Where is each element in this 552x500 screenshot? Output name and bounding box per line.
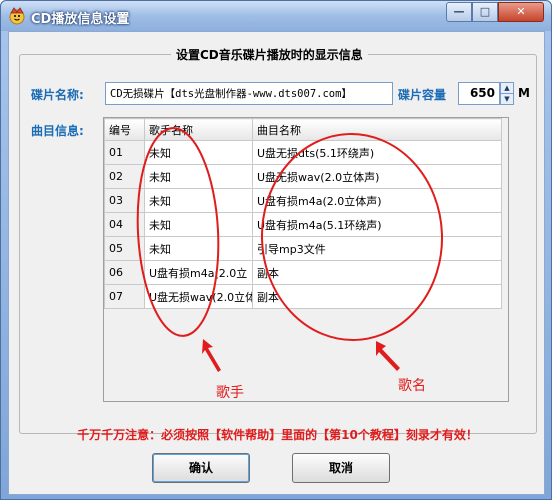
maximize-button[interactable]: □ xyxy=(472,2,498,22)
table-row[interactable]: 04 未知 U盘有损m4a(5.1环绕声) xyxy=(104,212,502,237)
cancel-button[interactable]: 取消 xyxy=(292,453,390,483)
cell-number: 04 xyxy=(104,212,145,237)
cell-song[interactable]: U盘有损m4a(5.1环绕声) xyxy=(252,212,502,237)
column-header-song[interactable]: 曲目名称 xyxy=(252,118,502,141)
cell-number: 03 xyxy=(104,188,145,213)
warning-message: 千万千万注意：必须按照【软件帮助】里面的【第10个教程】刻录才有效！ xyxy=(77,428,478,442)
cell-singer[interactable]: U盘无损wav(2.0立体 xyxy=(144,284,253,309)
cell-number: 02 xyxy=(104,164,145,189)
disc-name-input[interactable]: CD无损碟片【dts光盘制作器-www.dts007.com】 xyxy=(105,82,393,105)
cell-singer[interactable]: 未知 xyxy=(144,236,253,261)
song-annotation: 歌名 xyxy=(398,378,426,394)
spin-down-icon[interactable]: ▼ xyxy=(501,94,513,105)
confirm-button[interactable]: 确认 xyxy=(152,453,250,483)
table-row[interactable]: 06 U盘有损m4a(2.0立 副本 xyxy=(104,260,502,285)
group-title: 设置CD音乐碟片播放时的显示信息 xyxy=(171,46,368,63)
capacity-spinner[interactable]: ▲ ▼ xyxy=(500,82,514,105)
table-row[interactable]: 01 未知 U盘无损dts(5.1环绕声) xyxy=(104,140,502,165)
minimize-button[interactable]: — xyxy=(446,2,472,22)
track-info-label: 曲目信息: xyxy=(31,124,84,138)
title-bar[interactable]: CD播放信息设置 — □ ✕ xyxy=(1,1,551,31)
column-header-number[interactable]: 编号 xyxy=(104,118,145,141)
cell-singer[interactable]: 未知 xyxy=(144,212,253,237)
capacity-unit: M xyxy=(518,86,530,100)
table-header: 编号 歌手名称 曲目名称 xyxy=(104,118,502,141)
disc-capacity-input[interactable]: 650 xyxy=(458,82,500,105)
cell-song[interactable]: U盘有损m4a(2.0立体声) xyxy=(252,188,502,213)
cell-number: 06 xyxy=(104,260,145,285)
cell-singer[interactable]: 未知 xyxy=(144,140,253,165)
window-title: CD播放信息设置 xyxy=(31,12,130,27)
dialog-window: CD播放信息设置 — □ ✕ 设置CD音乐碟片播放时的显示信息 碟片名称: CD… xyxy=(0,0,552,500)
track-table[interactable]: 编号 歌手名称 曲目名称 01 未知 U盘无损dts(5.1环绕声) 02 未知… xyxy=(103,117,509,402)
column-header-singer[interactable]: 歌手名称 xyxy=(144,118,253,141)
cell-singer[interactable]: 未知 xyxy=(144,188,253,213)
cell-song[interactable]: U盘无损dts(5.1环绕声) xyxy=(252,140,502,165)
table-row[interactable]: 05 未知 引导mp3文件 xyxy=(104,236,502,261)
disc-capacity-label: 碟片容量 xyxy=(398,88,447,102)
cell-song[interactable]: U盘无损wav(2.0立体声) xyxy=(252,164,502,189)
cell-song[interactable]: 副本 xyxy=(252,260,502,285)
table-row[interactable]: 02 未知 U盘无损wav(2.0立体声) xyxy=(104,164,502,189)
table-row[interactable]: 07 U盘无损wav(2.0立体 副本 xyxy=(104,284,502,309)
close-button[interactable]: ✕ xyxy=(498,2,544,22)
singer-annotation: 歌手 xyxy=(216,385,244,401)
cell-number: 01 xyxy=(104,140,145,165)
cell-number: 05 xyxy=(104,236,145,261)
cell-singer[interactable]: U盘有损m4a(2.0立 xyxy=(144,260,253,285)
cell-song[interactable]: 引导mp3文件 xyxy=(252,236,502,261)
cell-singer[interactable]: 未知 xyxy=(144,164,253,189)
cell-song[interactable]: 副本 xyxy=(252,284,502,309)
dialog-body: 设置CD音乐碟片播放时的显示信息 碟片名称: CD无损碟片【dts光盘制作器-w… xyxy=(8,31,545,495)
app-icon xyxy=(9,7,25,25)
spin-up-icon[interactable]: ▲ xyxy=(501,83,513,94)
disc-name-label: 碟片名称: xyxy=(31,88,84,102)
table-row[interactable]: 03 未知 U盘有损m4a(2.0立体声) xyxy=(104,188,502,213)
cell-number: 07 xyxy=(104,284,145,309)
